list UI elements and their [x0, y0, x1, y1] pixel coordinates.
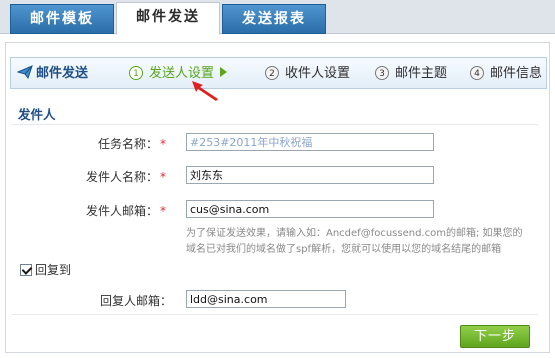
step-number: 3	[375, 66, 389, 80]
tab-mail-send[interactable]: 邮件发送	[116, 2, 220, 35]
step-bar: 邮件发送 1 发送人设置 2 收件人设置 3 邮件主题 4 邮件信息	[10, 57, 547, 89]
step-number: 1	[129, 66, 143, 80]
reply-to-checkbox[interactable]	[20, 264, 32, 276]
step-number: 2	[265, 66, 279, 80]
task-name-label: 任务名称： *	[97, 137, 166, 151]
step-bar-title: 邮件发送	[16, 64, 89, 84]
step-label: 邮件信息	[490, 66, 543, 81]
section-title-sender: 发件人	[18, 107, 56, 122]
sender-name-label: 发件人名称： *	[85, 170, 166, 184]
reply-email-label: 回复人邮箱：	[99, 294, 172, 308]
step-mail-info[interactable]: 4 邮件信息	[470, 63, 542, 85]
mail-send-icon	[16, 65, 33, 80]
red-arrow-icon	[192, 81, 218, 101]
sender-email-hint: 为了保证发送效果，请输入如：Ancdef@focussend.com的邮箱; 如…	[186, 228, 523, 255]
reply-to-checkbox-row[interactable]: 回复到	[20, 262, 71, 278]
next-step-button[interactable]: 下一步	[460, 325, 530, 348]
task-name-input[interactable]	[186, 133, 434, 151]
step-label: 邮件主题	[395, 66, 448, 81]
tab-send-report[interactable]: 发送报表	[222, 4, 326, 34]
section-divider	[12, 124, 538, 125]
step-recipient-settings[interactable]: 2 收件人设置	[265, 63, 350, 85]
reply-to-checkbox-label: 回复到	[35, 263, 72, 277]
footer-divider	[12, 314, 538, 315]
play-arrow-icon	[220, 67, 228, 77]
sender-name-input[interactable]	[186, 166, 434, 184]
step-number: 4	[470, 66, 484, 80]
step-bar-title-text: 邮件发送	[36, 66, 89, 81]
sender-email-label: 发件人邮箱： *	[85, 204, 166, 218]
top-tab-bar: 邮件模板 邮件发送 发送报表	[0, 0, 555, 35]
sender-email-input[interactable]	[186, 200, 434, 218]
step-label: 收件人设置	[285, 66, 351, 81]
step-mail-subject[interactable]: 3 邮件主题	[375, 63, 447, 85]
reply-email-input[interactable]	[186, 290, 346, 308]
tab-mail-template[interactable]: 邮件模板	[10, 4, 114, 34]
